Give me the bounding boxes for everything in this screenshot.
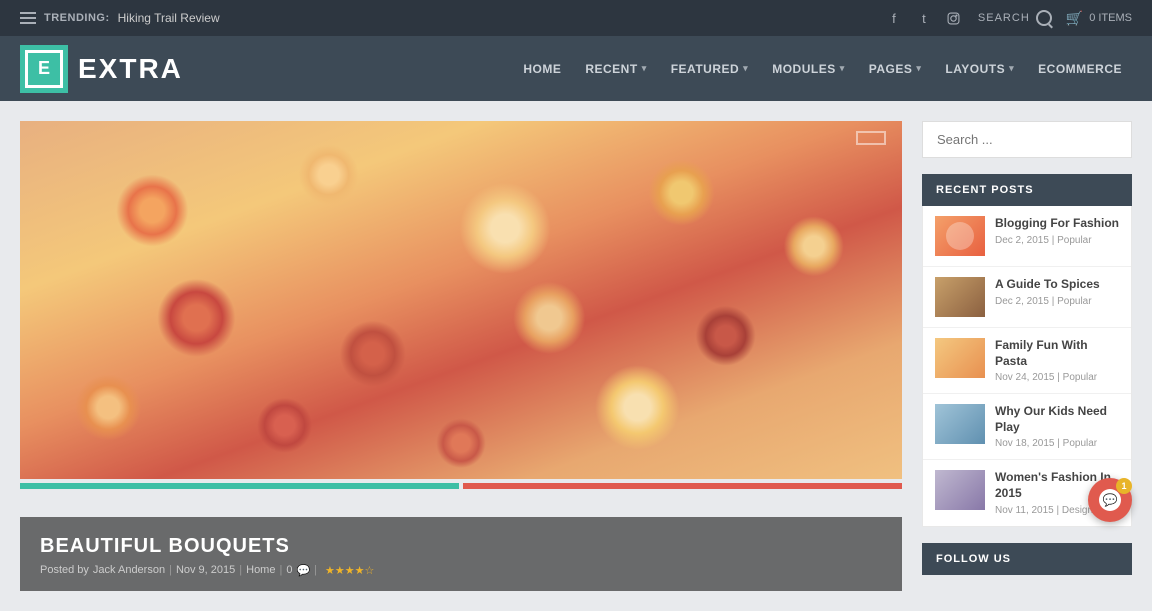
nav-home[interactable]: HOME (513, 54, 571, 84)
chevron-down-icon: ▾ (840, 63, 845, 74)
article-title: BEAUTIFUL BOUQUETS (40, 535, 882, 558)
tab-red[interactable] (463, 483, 902, 489)
article-caption: BEAUTIFUL BOUQUETS Posted by Jack Anders… (20, 517, 902, 591)
post-title[interactable]: Blogging For Fashion (995, 216, 1119, 232)
follow-title: FOLLOW US (922, 543, 1132, 575)
top-bar-right: f t SEARCH 🛒 0 ITEMS (884, 8, 1132, 28)
chevron-down-icon: ▾ (1009, 63, 1014, 74)
tab-teal[interactable] (20, 483, 459, 489)
logo-area[interactable]: E EXTRA (20, 45, 183, 93)
post-meta: Nov 24, 2015 | Popular (995, 372, 1119, 383)
cart-icon: 🛒 (1066, 10, 1083, 27)
logo-box: E (20, 45, 68, 93)
nav-layouts[interactable]: LAYOUTS▾ (935, 54, 1024, 84)
hamburger-icon[interactable] (20, 12, 36, 24)
meta-category[interactable]: Home (246, 564, 275, 576)
nav-links: HOME RECENT▾ FEATURED▾ MODULES▾ PAGES▾ L… (513, 54, 1132, 84)
list-item: Blogging For Fashion Dec 2, 2015 | Popul… (923, 206, 1131, 267)
post-thumb-pasta (935, 338, 985, 378)
post-title[interactable]: A Guide To Spices (995, 277, 1119, 293)
rose-pattern (20, 121, 902, 479)
social-icons: f t (884, 8, 964, 28)
chevron-down-icon: ▾ (916, 63, 921, 74)
cart-area[interactable]: 🛒 0 ITEMS (1066, 10, 1132, 27)
post-info: Family Fun With Pasta Nov 24, 2015 | Pop… (995, 338, 1119, 383)
logo-text: EXTRA (78, 53, 183, 85)
post-thumb-kids (935, 404, 985, 444)
search-icon[interactable] (1036, 10, 1052, 26)
recent-posts-section: RECENT POSTS Blogging For Fashion Dec 2,… (922, 174, 1132, 527)
meta-comments: 0 (286, 564, 292, 576)
recent-posts-title: RECENT POSTS (922, 174, 1132, 206)
article-rating: ★★★★☆ (325, 564, 374, 577)
nav-pages[interactable]: PAGES▾ (859, 54, 932, 84)
logo-letter: E (25, 50, 63, 88)
nav-bar: E EXTRA HOME RECENT▾ FEATURED▾ MODULES▾ … (0, 36, 1152, 101)
list-item: A Guide To Spices Dec 2, 2015 | Popular (923, 267, 1131, 328)
search-area[interactable]: SEARCH (978, 10, 1052, 26)
post-info: Why Our Kids Need Play Nov 18, 2015 | Po… (995, 404, 1119, 449)
post-info: A Guide To Spices Dec 2, 2015 | Popular (995, 277, 1119, 307)
nav-ecommerce[interactable]: ECOMMERCE (1028, 54, 1132, 84)
top-bar-left: TRENDING: Hiking Trail Review (20, 11, 220, 25)
recent-posts-list: Blogging For Fashion Dec 2, 2015 | Popul… (922, 206, 1132, 527)
follow-section: FOLLOW US (922, 543, 1132, 575)
cart-items: 0 ITEMS (1089, 12, 1132, 24)
bottom-tabs (20, 483, 902, 489)
trending-text: Hiking Trail Review (118, 11, 220, 25)
chat-button[interactable]: 💬 1 (1088, 478, 1132, 522)
post-meta: Dec 2, 2015 | Popular (995, 235, 1119, 246)
nav-modules[interactable]: MODULES▾ (762, 54, 855, 84)
post-meta: Dec 2, 2015 | Popular (995, 296, 1119, 307)
instagram-icon[interactable] (944, 8, 964, 28)
featured-article: BEAUTIFUL BOUQUETS Posted by Jack Anders… (20, 121, 902, 591)
chevron-down-icon: ▾ (743, 63, 748, 74)
trending-label: TRENDING: (44, 12, 110, 24)
article-image (20, 121, 902, 479)
search-input[interactable] (922, 121, 1132, 158)
list-item: Why Our Kids Need Play Nov 18, 2015 | Po… (923, 394, 1131, 460)
post-thumb-womens (935, 470, 985, 510)
nav-recent[interactable]: RECENT▾ (575, 54, 656, 84)
meta-prefix: Posted by (40, 564, 89, 576)
nav-featured[interactable]: FEATURED▾ (661, 54, 758, 84)
chevron-down-icon: ▾ (642, 63, 647, 74)
search-label: SEARCH (978, 12, 1030, 24)
chat-badge: 1 (1116, 478, 1132, 494)
main-content: BEAUTIFUL BOUQUETS Posted by Jack Anders… (0, 101, 1152, 611)
chat-icon: 💬 (1099, 489, 1121, 511)
post-info: Blogging For Fashion Dec 2, 2015 | Popul… (995, 216, 1119, 246)
list-item: Family Fun With Pasta Nov 24, 2015 | Pop… (923, 328, 1131, 394)
post-thumb-fashion (935, 216, 985, 256)
meta-date: Nov 9, 2015 (176, 564, 235, 576)
comment-icon: 💬 (296, 564, 310, 577)
meta-author[interactable]: Jack Anderson (93, 564, 165, 576)
article-meta: Posted by Jack Anderson | Nov 9, 2015 | … (40, 564, 882, 577)
twitter-icon[interactable]: t (914, 8, 934, 28)
post-title[interactable]: Why Our Kids Need Play (995, 404, 1119, 435)
top-bar: TRENDING: Hiking Trail Review f t SEARCH… (0, 0, 1152, 36)
facebook-icon[interactable]: f (884, 8, 904, 28)
post-title[interactable]: Family Fun With Pasta (995, 338, 1119, 369)
slideshow-indicator[interactable] (856, 131, 886, 145)
post-meta: Nov 18, 2015 | Popular (995, 438, 1119, 449)
post-thumb-spices (935, 277, 985, 317)
